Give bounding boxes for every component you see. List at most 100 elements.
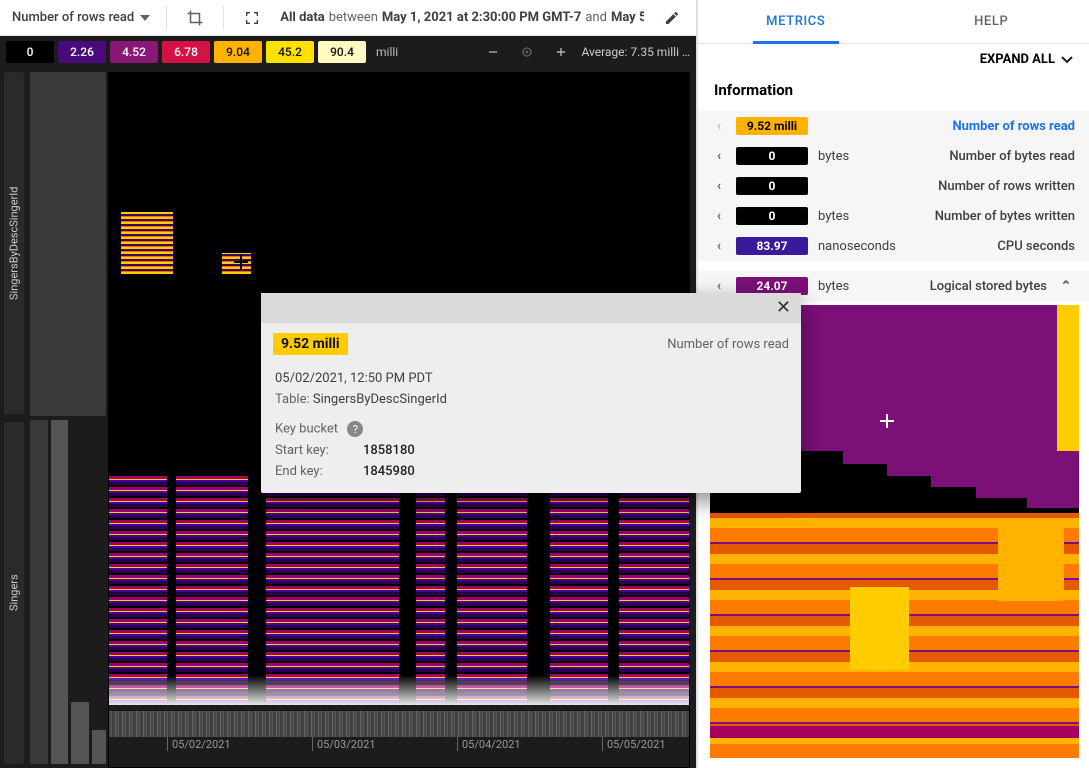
tooltip-endkey-value: 1845980 [363,464,787,479]
metric-value-swatch: 0 [736,177,808,195]
metric-name: Number of rows written [918,179,1075,194]
information-title: Information [698,75,1089,111]
metric-name: Number of bytes read [918,149,1075,164]
heatmap-canvas[interactable]: 05/02/2021 05/03/2021 05/04/2021 05/05/2021… [108,72,690,768]
metric-dropdown[interactable]: Number of rows read [6,10,156,25]
strip-bar [30,420,48,764]
tabs: METRICS HELP [698,0,1089,44]
expand-all-button[interactable]: EXPAND ALL [698,44,1089,75]
metric-unit: bytes [818,149,908,164]
tooltip-value-badge: 9.52 milli [273,333,348,355]
chevron-down-icon [140,15,150,21]
date-range-from: May 1, 2021 at 2:30:00 PM GMT-7 [382,10,581,25]
tooltip-bucket-label: Key bucket [275,422,338,437]
row-label-0[interactable]: SingersByDescSingerId [4,72,24,414]
metric-value-swatch: 0 [736,147,808,165]
tab-metrics[interactable]: METRICS [698,0,894,43]
time-tick: 05/04/2021 [457,737,521,751]
crop-icon[interactable] [177,0,213,36]
chevron-left-icon[interactable]: ‹ [712,239,726,254]
heatmap-viz: SingersByDescSingerId Singers [0,68,696,768]
zoom-out-icon[interactable] [479,38,507,66]
strip-bar [71,702,89,764]
legend-swatch[interactable]: 90.4 [318,41,366,63]
metric-row[interactable]: ‹ 9.52 milli Number of rows read [698,111,1089,141]
divider [166,6,167,30]
metric-name: CPU seconds [918,239,1075,254]
edit-icon[interactable] [654,0,690,36]
metric-name: Number of rows read [918,119,1075,134]
metric-row[interactable]: ‹ 0 Number of rows written [698,171,1089,201]
legend-unit: milli [376,45,398,59]
legend-swatch[interactable]: 9.04 [214,41,262,63]
chevron-left-icon[interactable]: ‹ [712,279,726,294]
zoom-in-icon[interactable] [547,38,575,66]
row-label-1[interactable]: Singers [4,422,24,764]
expand-all-label: EXPAND ALL [980,52,1055,67]
metric-value-swatch: 9.52 milli [736,117,808,135]
time-axis: 05/02/2021 05/03/2021 05/04/2021 05/05/2021 [109,705,689,767]
metric-value-swatch: 0 [736,207,808,225]
tooltip-metric-name: Number of rows read [667,337,789,352]
time-tick: 05/03/2021 [312,737,376,751]
strip-bar [51,420,69,764]
tooltip-endkey-label: End key: [275,464,355,479]
chevron-left-icon[interactable]: ‹ [712,179,726,194]
cell-tooltip: ✕ 9.52 milli Number of rows read 05/02/2… [261,293,801,493]
time-tick: 05/05/2021 [602,737,666,751]
tooltip-table-label: Table: [275,392,310,407]
page-header: Number of rows read All data between May… [0,0,696,36]
help-icon[interactable]: ? [347,421,363,437]
adjust-icon[interactable] [513,38,541,66]
metric-name: Logical stored bytes [918,279,1047,294]
tooltip-header: ✕ [261,293,801,323]
heat-burst [222,253,251,274]
date-range-to: May 5, 2 [611,10,644,25]
date-range-and: and [585,10,607,25]
chevron-down-icon [1061,56,1073,64]
date-range[interactable]: All data between May 1, 2021 at 2:30:00 … [280,10,644,25]
strip-bar [92,730,106,764]
heat-lower [109,476,689,705]
metric-unit: bytes [818,279,908,294]
metric-dropdown-label: Number of rows read [12,10,134,25]
row-labels: SingersByDescSingerId Singers [0,68,28,768]
time-ticks: 05/02/2021 05/03/2021 05/04/2021 05/05/2021 [109,737,689,757]
heat-burst [121,212,173,274]
metric-list: ‹ 9.52 milli Number of rows read ‹ 0 bytes Num… [698,111,1089,261]
divider [223,6,224,30]
tooltip-table-value: SingersByDescSingerId [313,392,447,407]
tooltip-startkey-label: Start key: [275,443,355,458]
legend-swatch[interactable]: 4.52 [110,41,158,63]
metric-row[interactable]: ‹ 83.97 nanoseconds CPU seconds [698,231,1089,261]
strip-bars [30,420,106,764]
legend-bar: 02.264.526.789.0445.290.4 milli Average:… [0,36,696,68]
date-range-between: between [329,10,378,25]
metric-value-swatch: 83.97 [736,237,808,255]
legend-swatch[interactable]: 2.26 [58,41,106,63]
chevron-left-icon: ‹ [712,119,726,134]
close-icon[interactable]: ✕ [776,299,791,317]
chevron-left-icon[interactable]: ‹ [712,209,726,224]
tab-help[interactable]: HELP [894,0,1089,43]
metric-unit: nanoseconds [818,239,908,254]
legend-swatch[interactable]: 0 [6,41,54,63]
metric-row[interactable]: ‹ 0 bytes Number of bytes written [698,201,1089,231]
fullscreen-icon[interactable] [234,0,270,36]
overview-sparkline[interactable] [109,711,689,737]
metric-name: Number of bytes written [918,209,1075,224]
tooltip-datetime: 05/02/2021, 12:50 PM PDT [275,371,787,386]
legend-average: Average: 7.35 milli … [581,45,690,59]
legend-swatch[interactable]: 6.78 [162,41,210,63]
date-range-all: All data [280,10,324,25]
chevron-left-icon[interactable]: ‹ [712,149,726,164]
strip-block [30,72,106,416]
chevron-up-icon[interactable]: ⌃ [1057,279,1075,294]
time-tick: 05/02/2021 [167,737,231,751]
metric-unit: bytes [818,209,908,224]
metric-row[interactable]: ‹ 0 bytes Number of bytes read [698,141,1089,171]
tooltip-startkey-value: 1858180 [363,443,787,458]
legend-swatch[interactable]: 45.2 [266,41,314,63]
side-aggregate-strip [28,68,108,768]
legend-swatches: 02.264.526.789.0445.290.4 [6,41,366,63]
